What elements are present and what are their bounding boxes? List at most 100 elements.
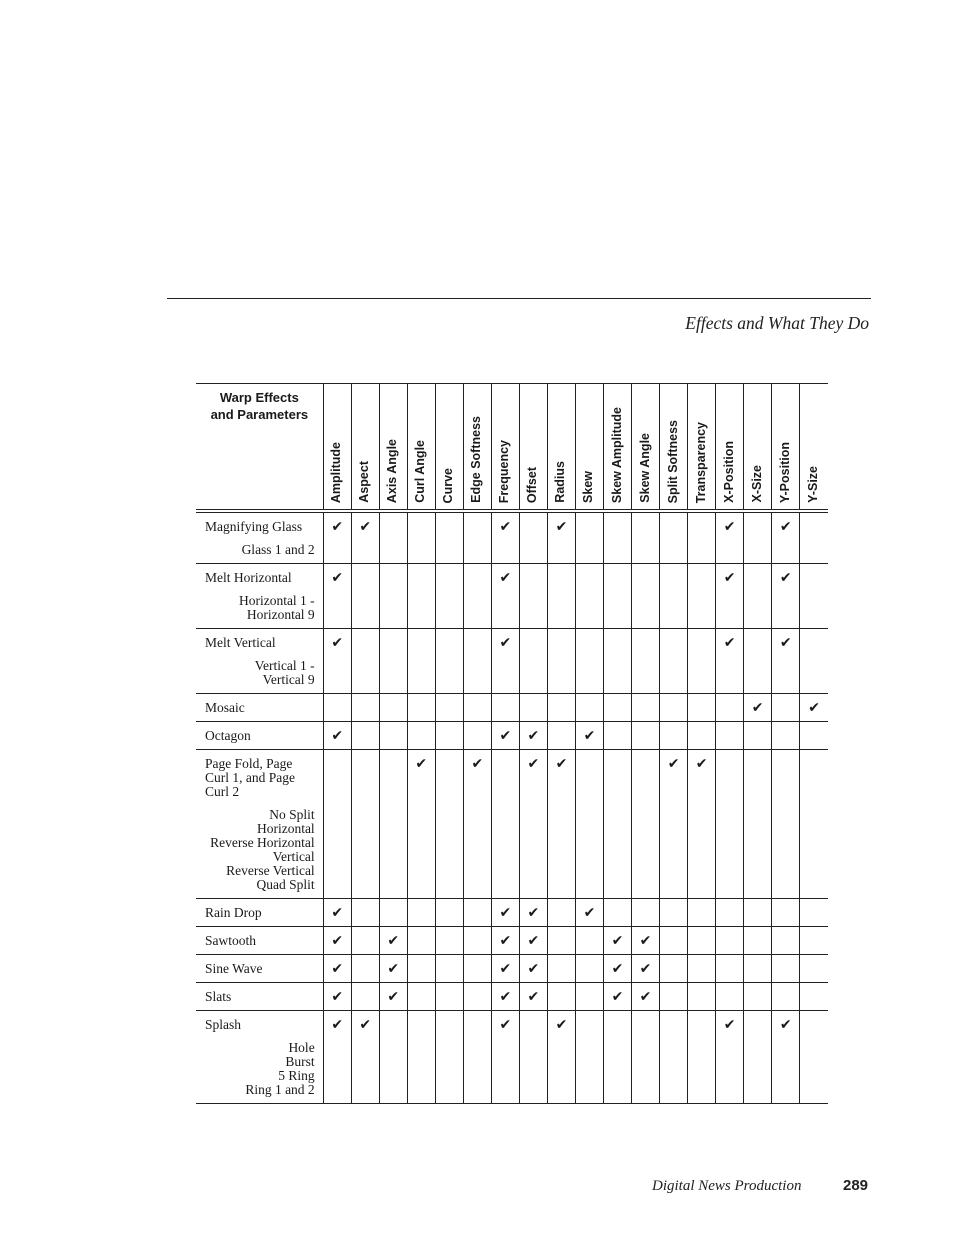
check-mark-icon: ✔	[490, 628, 520, 694]
column-header: Skew Amplitude	[602, 383, 633, 513]
effect-name: Page Fold, Page Curl 1, and Page Curl 2	[205, 757, 315, 799]
empty-cell	[434, 721, 464, 750]
check-mark-icon: ✔	[518, 926, 548, 955]
empty-cell	[350, 898, 380, 927]
empty-cell	[715, 982, 745, 1011]
empty-cell	[743, 982, 773, 1011]
effect-variant: Horizontal 9	[246, 607, 315, 622]
effect-name-cell: Mosaic	[196, 693, 324, 722]
column-header-label: Transparency	[693, 421, 708, 503]
effect-variant: Vertical 9	[262, 672, 315, 687]
empty-cell	[687, 511, 717, 564]
empty-cell	[771, 693, 801, 722]
empty-cell	[350, 926, 380, 955]
check-mark-icon: ✔	[322, 511, 352, 564]
effect-variant: No Split	[269, 807, 315, 822]
empty-cell	[434, 628, 464, 694]
column-header: Skew Angle	[631, 383, 661, 513]
empty-cell	[743, 1010, 773, 1104]
check-mark-icon: ✔	[518, 982, 548, 1011]
empty-cell	[799, 982, 828, 1011]
empty-cell	[378, 511, 408, 564]
empty-cell	[799, 563, 828, 629]
empty-cell	[715, 954, 745, 983]
empty-cell	[743, 563, 773, 629]
empty-cell	[687, 898, 717, 927]
check-mark-icon: ✔	[490, 898, 520, 927]
table-row: Octagon ✔ ✔ ✔ ✔	[196, 721, 828, 750]
empty-cell	[350, 693, 380, 722]
empty-cell	[602, 898, 633, 927]
check-mark-icon: ✔	[715, 511, 745, 564]
empty-cell	[631, 1010, 661, 1104]
column-header: Y-Size	[799, 383, 828, 513]
empty-cell	[490, 749, 520, 899]
empty-cell	[434, 563, 464, 629]
empty-cell	[462, 1010, 492, 1104]
column-header: Radius	[546, 383, 576, 513]
check-mark-icon: ✔	[490, 954, 520, 983]
empty-cell	[378, 721, 408, 750]
column-header: Offset	[518, 383, 548, 513]
effect-variants: Glass 1 and 2	[205, 543, 315, 557]
empty-cell	[743, 511, 773, 564]
column-header-label: Skew Angle	[637, 433, 652, 503]
empty-cell	[574, 926, 605, 955]
effect-name: Sawtooth	[205, 933, 257, 948]
empty-cell	[602, 563, 633, 629]
empty-cell	[462, 898, 492, 927]
check-mark-icon: ✔	[378, 926, 408, 955]
empty-cell	[771, 749, 801, 899]
empty-cell	[602, 628, 633, 694]
empty-cell	[659, 954, 689, 983]
table-title-cell: Warp Effects and Parameters	[196, 383, 324, 513]
column-header-label: Edge Softness	[469, 416, 484, 503]
empty-cell	[378, 898, 408, 927]
effect-variant: Reverse Horizontal	[210, 835, 315, 850]
column-header-label: Offset	[525, 466, 540, 503]
empty-cell	[462, 628, 492, 694]
check-mark-icon: ✔	[771, 628, 801, 694]
effect-name-cell: Page Fold, Page Curl 1, and Page Curl 2 No …	[196, 749, 324, 899]
check-mark-icon: ✔	[490, 511, 520, 564]
empty-cell	[518, 1010, 548, 1104]
empty-cell	[406, 982, 436, 1011]
check-mark-icon: ✔	[602, 926, 633, 955]
empty-cell	[799, 749, 828, 899]
empty-cell	[378, 693, 408, 722]
check-mark-icon: ✔	[518, 898, 548, 927]
empty-cell	[574, 563, 605, 629]
column-header: Axis Angle	[378, 383, 408, 513]
check-mark-icon: ✔	[462, 749, 492, 899]
check-mark-icon: ✔	[518, 749, 548, 899]
check-mark-icon: ✔	[322, 982, 352, 1011]
empty-cell	[574, 749, 605, 899]
empty-cell	[771, 898, 801, 927]
empty-cell	[462, 982, 492, 1011]
empty-cell	[659, 628, 689, 694]
check-mark-icon: ✔	[322, 721, 352, 750]
empty-cell	[659, 563, 689, 629]
empty-cell	[434, 982, 464, 1011]
check-mark-icon: ✔	[546, 749, 576, 899]
effect-name-cell: Magnifying Glass Glass 1 and 2	[196, 511, 324, 564]
page-number: 289	[843, 1177, 869, 1194]
empty-cell	[434, 511, 464, 564]
table-row: Sine Wave ✔ ✔ ✔ ✔ ✔ ✔	[196, 954, 828, 983]
effect-name-line: Curl 2	[205, 784, 240, 799]
warp-effects-table: Warp Effects and Parameters Amplitude Asp…	[196, 383, 828, 1104]
effect-variant: Vertical 1 -	[254, 658, 315, 673]
empty-cell	[687, 693, 717, 722]
column-header-label: Y-Size	[806, 466, 821, 503]
empty-cell	[602, 1010, 633, 1104]
check-mark-icon: ✔	[378, 954, 408, 983]
effect-variant: Burst	[285, 1054, 315, 1069]
empty-cell	[799, 628, 828, 694]
empty-cell	[771, 721, 801, 750]
effect-name: Octagon	[205, 728, 251, 743]
effect-name-cell: Slats	[196, 982, 324, 1011]
table-row: Splash Hole Burst 5 Ring Ring 1 and 2 ✔ ✔ ✔ ✔ ✔ ✔	[196, 1010, 828, 1104]
check-mark-icon: ✔	[631, 926, 661, 955]
effect-name-cell: Rain Drop	[196, 898, 324, 927]
empty-cell	[602, 693, 633, 722]
